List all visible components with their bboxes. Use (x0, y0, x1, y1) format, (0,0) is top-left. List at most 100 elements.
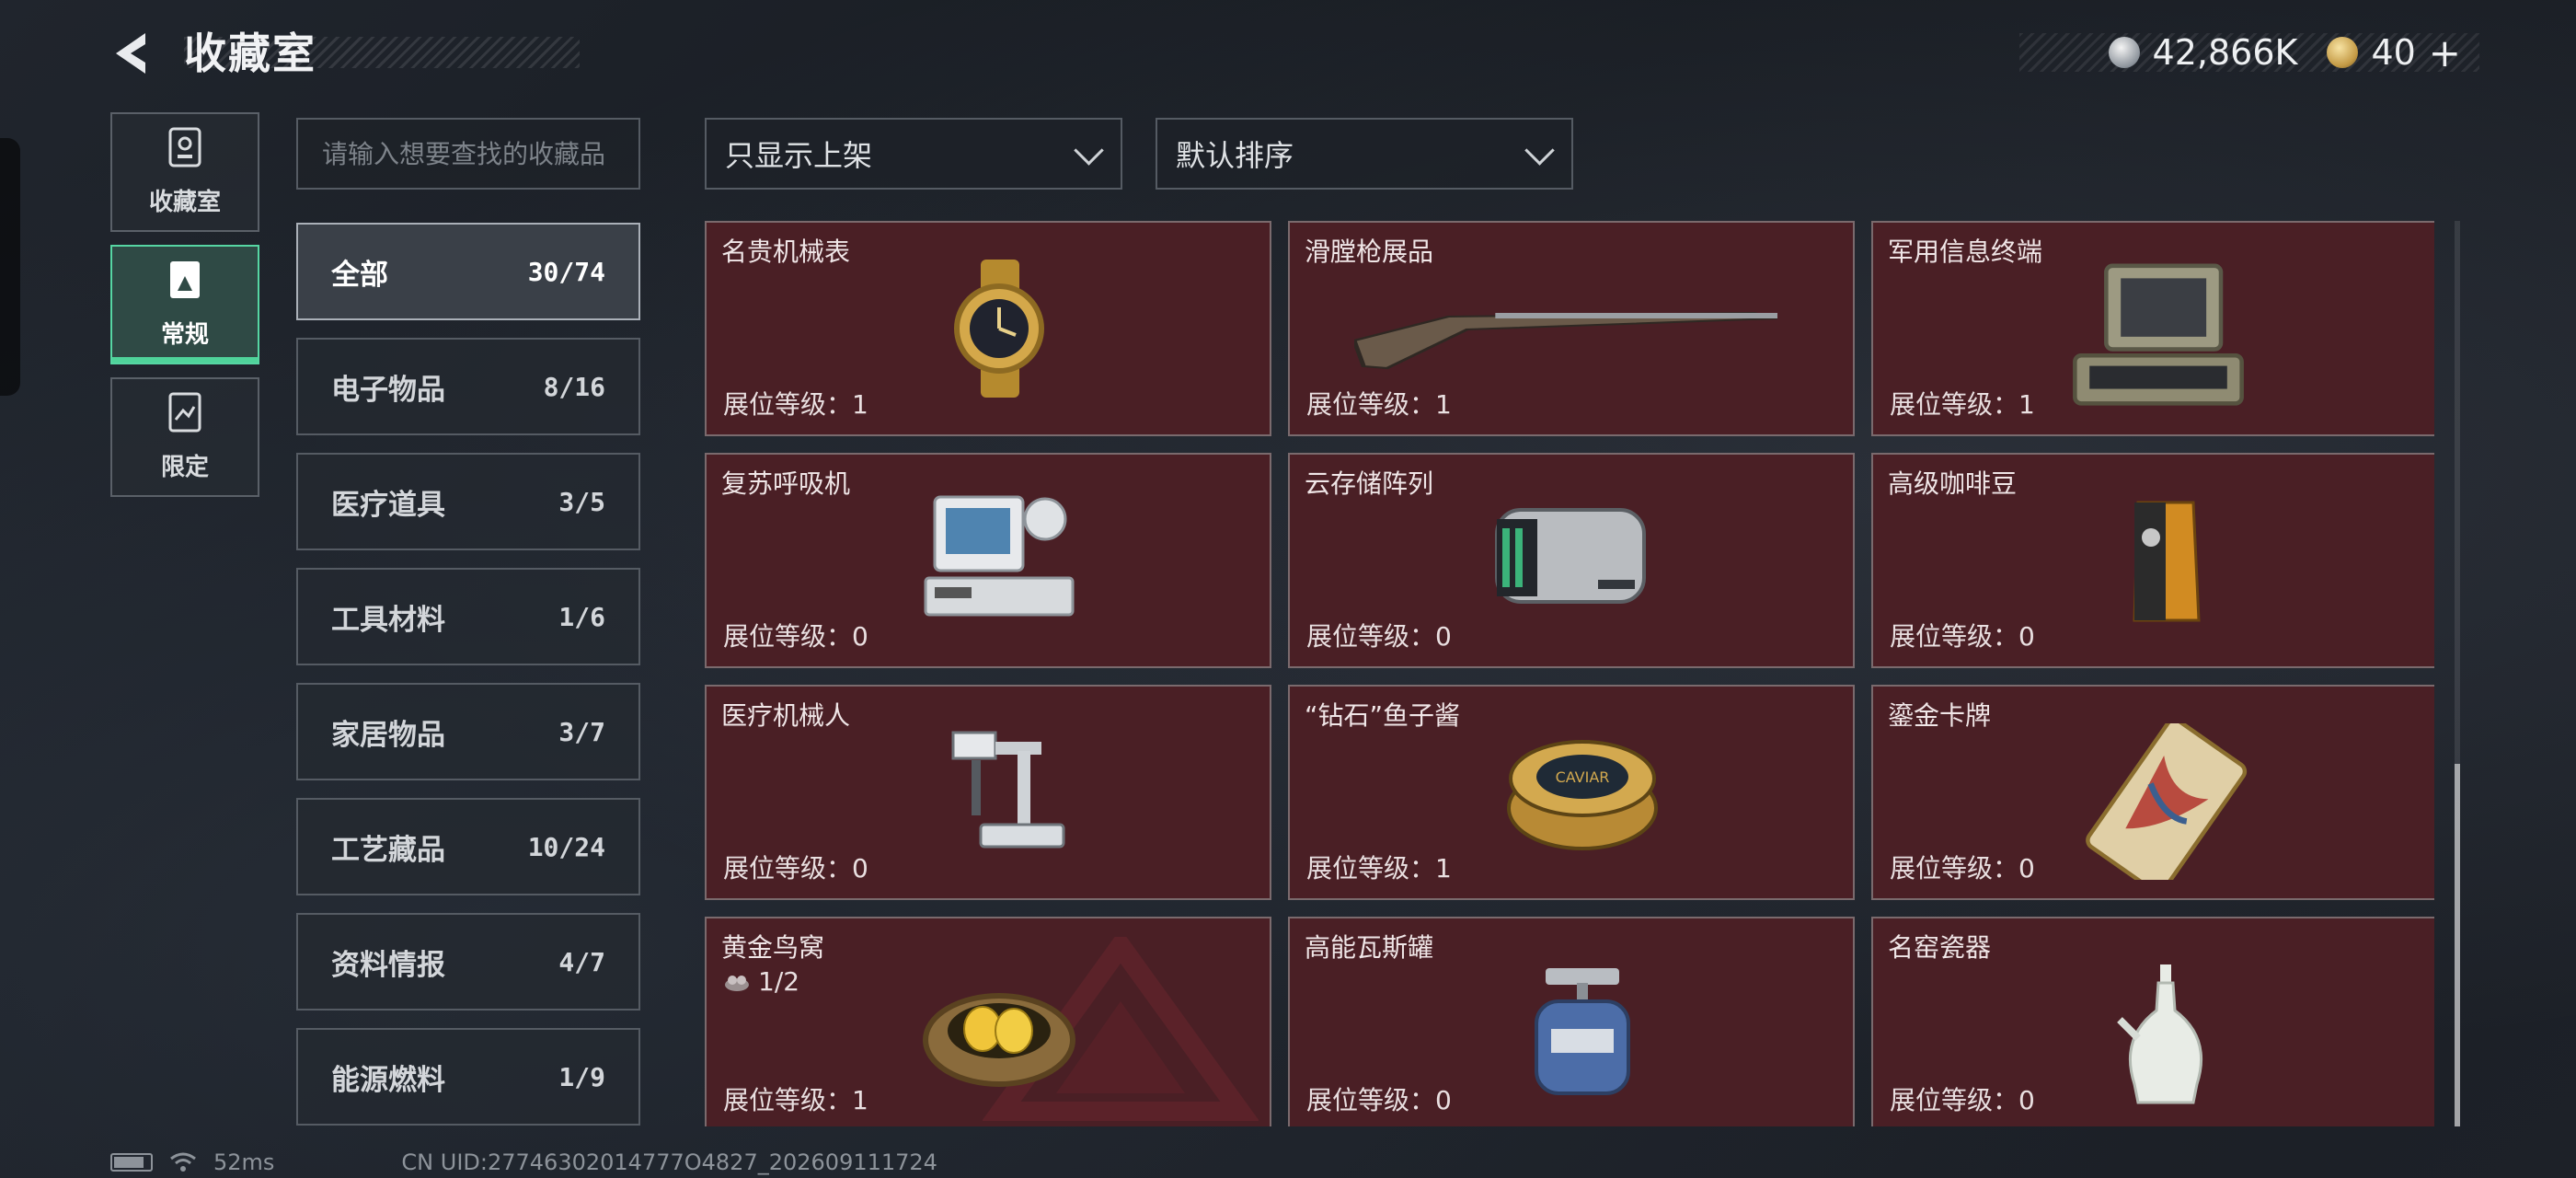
category-medical[interactable]: 医疗道具 3/5 (296, 453, 640, 550)
category-label: 电子物品 (331, 373, 445, 407)
shelf-filter-dropdown[interactable]: 只显示上架 (705, 118, 1122, 190)
ping-value: 52ms (213, 1149, 275, 1175)
category-crafts[interactable]: 工艺藏品 10/24 (296, 798, 640, 895)
category-fuel[interactable]: 能源燃料 1/9 (296, 1028, 640, 1126)
terminal-icon (2073, 263, 2244, 406)
currency-silver-amount: 42,866K (2152, 32, 2298, 73)
item-card[interactable]: 名窑瓷器 展位等级：0 (1871, 917, 2434, 1126)
item-name: 名贵机械表 (721, 237, 851, 267)
item-level: 展位等级：0 (1306, 621, 1452, 652)
item-name: 医疗机械人 (721, 700, 851, 731)
gas-canister-icon (1535, 968, 1630, 1095)
scrollbar-thumb[interactable] (2455, 764, 2460, 1126)
item-card[interactable]: 名贵机械表 展位等级：1 (705, 221, 1271, 436)
musket-icon (1354, 311, 1777, 370)
item-card[interactable]: 滑膛枪展品 展位等级：1 (1288, 221, 1855, 436)
item-card[interactable]: 高级咖啡豆 展位等级：0 (1871, 453, 2434, 668)
collection-icon (167, 260, 203, 306)
item-name: 高能瓦斯罐 (1305, 932, 1434, 963)
item-card[interactable]: 军用信息终端 展位等级：1 (1871, 221, 2434, 436)
page-title: 收藏室 (184, 29, 316, 78)
mode-tab-label: 限定 (160, 454, 209, 481)
category-electronics[interactable]: 电子物品 8/16 (296, 338, 640, 435)
golden-nest-icon (923, 993, 1075, 1087)
category-label: 全部 (331, 258, 388, 292)
item-name: 云存储阵列 (1305, 468, 1434, 499)
ventilator-icon (924, 495, 1075, 617)
item-card[interactable]: 鎏金卡牌 展位等级：0 (1871, 685, 2434, 900)
chevron-down-icon (1075, 140, 1102, 167)
currency-add-button[interactable]: + (2429, 30, 2461, 75)
item-level: 展位等级：0 (1890, 853, 2035, 884)
trophy-icon (167, 127, 203, 174)
silver-coin-icon (2108, 37, 2140, 68)
category-count: 30/74 (527, 256, 605, 287)
item-name: “钻石”鱼子酱 (1305, 700, 1461, 731)
category-household[interactable]: 家居物品 3/7 (296, 683, 640, 780)
category-label: 工具材料 (331, 603, 445, 637)
mode-tab-label: 收藏室 (148, 189, 221, 216)
item-level: 展位等级：1 (1306, 389, 1452, 420)
currency-gold-amount: 40 (2371, 32, 2416, 73)
category-tools[interactable]: 工具材料 1/6 (296, 568, 640, 665)
sort-order-dropdown[interactable]: 默认排序 (1156, 118, 1573, 190)
item-card[interactable]: 云存储阵列 展位等级：0 (1288, 453, 1855, 668)
item-name: 鎏金卡牌 (1888, 700, 1992, 731)
category-count: 1/6 (558, 601, 605, 632)
item-name: 复苏呼吸机 (721, 468, 851, 499)
gold-coin-icon (2327, 37, 2359, 68)
wifi-icon (170, 1152, 196, 1172)
item-name: 名窑瓷器 (1888, 932, 1992, 963)
category-count: 3/7 (558, 716, 605, 747)
back-arrow-icon[interactable] (109, 28, 160, 79)
item-level: 展位等级：1 (723, 389, 868, 420)
caviar-lid-text: CAVIAR (1556, 768, 1610, 786)
category-intel[interactable]: 资料情报 4/7 (296, 913, 640, 1011)
uid-text: CN UID:27746302014777O4827_202609111724 (401, 1149, 937, 1175)
item-card[interactable]: “钻石”鱼子酱 CAVIAR 展位等级：1 (1288, 685, 1855, 900)
storage-array-icon (1495, 508, 1646, 604)
battery-icon (110, 1153, 153, 1172)
category-count: 3/5 (558, 486, 605, 517)
mode-tab-label: 常规 (160, 321, 209, 349)
nest-progress-value: 1/2 (758, 966, 800, 997)
category-count: 8/16 (543, 371, 605, 402)
search-box[interactable] (296, 118, 640, 190)
category-label: 家居物品 (331, 718, 445, 752)
sort-order-value: 默认排序 (1176, 138, 1294, 173)
item-name: 黄金鸟窝 (721, 932, 825, 963)
category-count: 4/7 (558, 946, 605, 977)
item-name: 军用信息终端 (1888, 237, 2043, 267)
category-count: 10/24 (527, 831, 605, 862)
watch-icon (954, 260, 1044, 398)
item-name: 高级咖啡豆 (1888, 468, 2018, 499)
category-label: 医疗道具 (331, 488, 445, 522)
collection-grid: 名贵机械表 展位等级：1 滑膛枪展品 展位等级：1 军用信息终端 展位等级：1 … (705, 221, 2434, 1126)
search-input[interactable] (322, 138, 615, 169)
item-level: 展位等级：1 (1306, 853, 1452, 884)
item-level: 展位等级：0 (1890, 1085, 2035, 1115)
status-footer: 52ms CN UID:27746302014777O4827_20260911… (110, 1149, 937, 1176)
caviar-tin-icon: CAVIAR (1507, 740, 1658, 850)
item-card[interactable]: 黄金鸟窝 1/2 展位等级：1 (705, 917, 1271, 1126)
category-count: 1/9 (558, 1061, 605, 1092)
category-all[interactable]: 全部 30/74 (296, 223, 640, 320)
item-card[interactable]: 复苏呼吸机 展位等级：0 (705, 453, 1271, 668)
nest-progress: 1/2 (723, 966, 799, 997)
item-card[interactable]: 医疗机械人 展位等级：0 (705, 685, 1271, 900)
item-level: 展位等级：0 (1306, 1085, 1452, 1115)
edge-handle[interactable] (0, 138, 20, 396)
mode-tab-regular[interactable]: 常规 (110, 245, 259, 364)
shelf-filter-value: 只显示上架 (725, 138, 873, 173)
category-label: 工艺藏品 (331, 833, 445, 867)
mode-tab-collection-room[interactable]: 收藏室 (110, 112, 259, 232)
item-card[interactable]: 高能瓦斯罐 展位等级：0 (1288, 917, 1855, 1126)
category-label: 资料情报 (331, 948, 445, 982)
gold-card-icon (2086, 723, 2248, 880)
coffee-bag-icon (2133, 501, 2201, 622)
item-level: 展位等级：0 (723, 621, 868, 652)
currency-bar: 42,866K 40 + (2019, 30, 2479, 75)
mode-tab-limited[interactable]: 限定 (110, 377, 259, 497)
porcelain-vase-icon (2117, 964, 2203, 1104)
item-level: 展位等级：0 (1890, 621, 2035, 652)
